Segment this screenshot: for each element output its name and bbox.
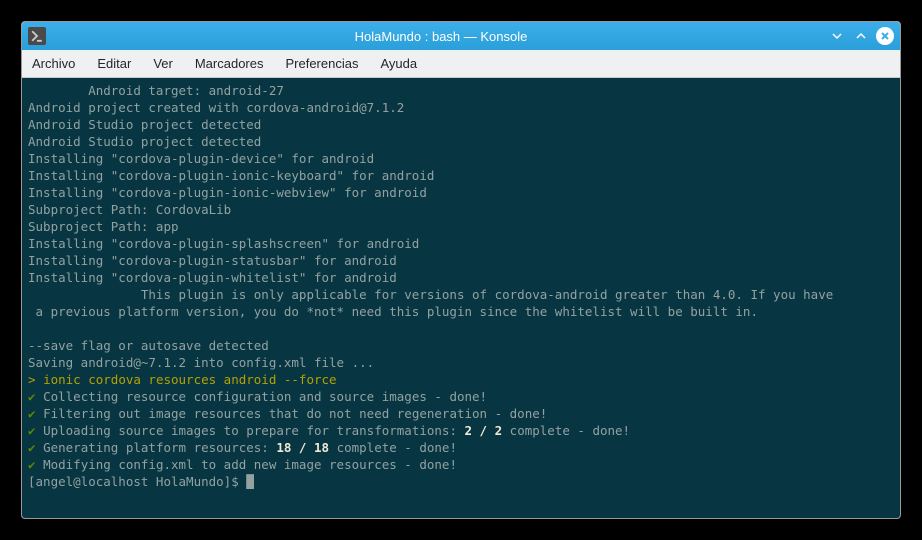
status-line: ✔ Collecting resource configuration and … <box>28 388 894 405</box>
output-line: Android target: android-27 <box>28 82 894 99</box>
minimize-button[interactable] <box>828 27 846 45</box>
status-line: ✔ Modifying config.xml to add new image … <box>28 456 894 473</box>
check-icon: ✔ <box>28 457 36 472</box>
output-line: Installing "cordova-plugin-statusbar" fo… <box>28 252 894 269</box>
check-icon: ✔ <box>28 423 36 438</box>
output-line <box>28 320 894 337</box>
close-button[interactable] <box>876 27 894 45</box>
window-controls <box>828 27 894 45</box>
output-line: Android project created with cordova-and… <box>28 99 894 116</box>
output-line: Subproject Path: app <box>28 218 894 235</box>
titlebar: HolaMundo : bash — Konsole <box>22 22 900 50</box>
app-icon <box>28 27 46 45</box>
command-prefix: > <box>28 372 43 387</box>
menu-ayuda[interactable]: Ayuda <box>380 56 417 71</box>
menu-editar[interactable]: Editar <box>97 56 131 71</box>
command-text: ionic cordova resources android --force <box>43 372 337 387</box>
check-icon: ✔ <box>28 389 36 404</box>
status-line: ✔ Filtering out image resources that do … <box>28 405 894 422</box>
window-title: HolaMundo : bash — Konsole <box>54 29 828 44</box>
shell-prompt: [angel@localhost HolaMundo]$ <box>28 474 246 489</box>
prompt-line: [angel@localhost HolaMundo]$ █ <box>28 473 894 490</box>
output-line: Android Studio project detected <box>28 133 894 150</box>
status-line: ✔ Generating platform resources: 18 / 18… <box>28 439 894 456</box>
menubar: Archivo Editar Ver Marcadores Preferenci… <box>22 50 900 78</box>
output-line: Android Studio project detected <box>28 116 894 133</box>
check-icon: ✔ <box>28 406 36 421</box>
app-window: HolaMundo : bash — Konsole Archivo Edita… <box>21 21 901 519</box>
output-line: Installing "cordova-plugin-ionic-webview… <box>28 184 894 201</box>
menu-marcadores[interactable]: Marcadores <box>195 56 264 71</box>
output-line: Installing "cordova-plugin-device" for a… <box>28 150 894 167</box>
status-line: ✔ Uploading source images to prepare for… <box>28 422 894 439</box>
maximize-button[interactable] <box>852 27 870 45</box>
output-line: Installing "cordova-plugin-ionic-keyboar… <box>28 167 894 184</box>
menu-ver[interactable]: Ver <box>153 56 173 71</box>
output-line: a previous platform version, you do *not… <box>28 303 894 320</box>
output-line: This plugin is only applicable for versi… <box>28 286 894 303</box>
menu-archivo[interactable]: Archivo <box>32 56 75 71</box>
output-line: --save flag or autosave detected <box>28 337 894 354</box>
terminal-output[interactable]: Android target: android-27 Android proje… <box>22 78 900 518</box>
output-line: Saving android@~7.1.2 into config.xml fi… <box>28 354 894 371</box>
output-line: Installing "cordova-plugin-whitelist" fo… <box>28 269 894 286</box>
menu-preferencias[interactable]: Preferencias <box>285 56 358 71</box>
cursor: █ <box>246 474 254 489</box>
output-line: Subproject Path: CordovaLib <box>28 201 894 218</box>
check-icon: ✔ <box>28 440 36 455</box>
output-line: Installing "cordova-plugin-splashscreen"… <box>28 235 894 252</box>
command-line: > ionic cordova resources android --forc… <box>28 371 894 388</box>
